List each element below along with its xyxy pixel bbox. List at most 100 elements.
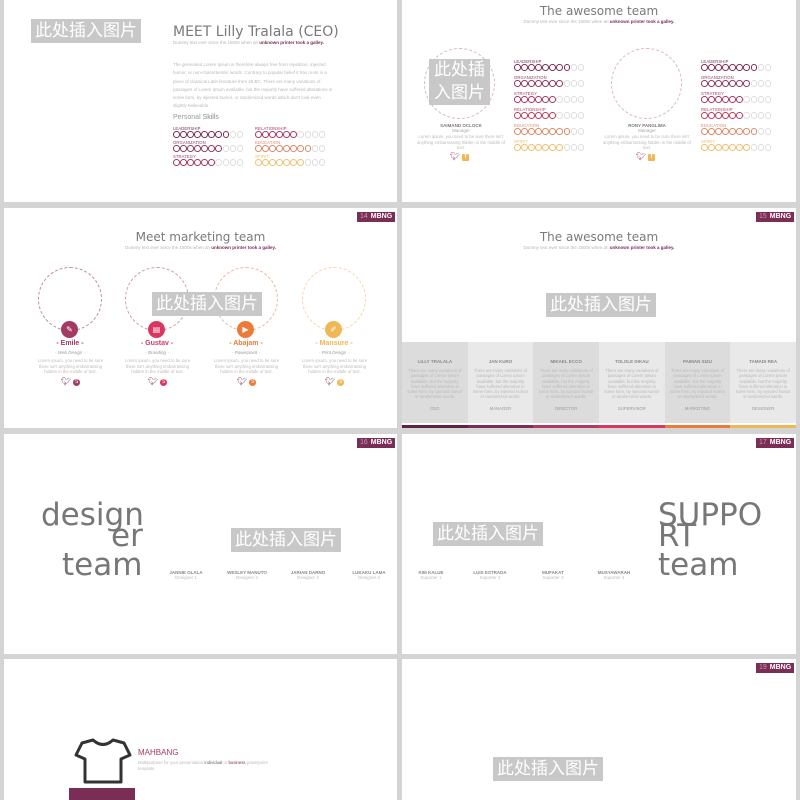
slide-awesome-team-columns[interactable]: 15 MBNG The awesome team Dummy text ever … [402,208,796,428]
slide-meet-ceo[interactable]: 此处插入图片 MEET Lilly Tralala (CEO) Dummy te… [4,0,397,202]
skill-row: RELATIONSHIP [701,107,776,119]
rating-dot-empty [236,145,244,152]
rating-dot-filled [262,131,269,138]
social-links: 🐦︎ f [636,153,656,161]
image-placeholder[interactable]: 此处插入图片 [152,292,262,316]
rating-dot-filled [528,80,535,87]
rating-dot-filled [304,145,312,152]
rating-dot-filled [535,64,542,71]
slide-awesome-team-skills[interactable]: The awesome team Dummy text ever since t… [402,0,796,202]
slide-subtitle: Dummy text ever since the 1500s when an … [125,245,276,250]
rating-dot-filled [528,128,535,135]
rating-dot-filled [750,64,758,71]
rating-dot-filled [535,128,542,135]
placeholder-line: 此处插 [434,60,485,80]
rating-dot-empty [229,131,237,138]
rating-dot-filled [276,159,283,166]
skill-row: RELATIONSHIP [514,107,589,119]
person-role: Manager [452,128,470,133]
twitter-icon[interactable]: 🐦︎ [61,378,71,386]
image-placeholder[interactable]: 此处插入图片 [231,528,341,552]
skill-row: STRATEGY [173,154,255,166]
image-placeholder[interactable]: 此处插入图片 [546,293,656,317]
page-number: 17 [759,439,767,446]
rating-dot-filled [201,131,208,138]
brand-title: MAHBANG [138,748,179,757]
slide-subtitle: Dummy text ever since the 1500s when an … [523,245,675,250]
image-placeholder[interactable]: 此处插入图片 [31,19,141,43]
skype-icon[interactable]: S [249,378,257,386]
id-card-icon: ▤ [148,321,165,338]
rating-dot-empty [229,145,237,152]
rating-dot-filled [535,144,542,151]
rating-dot-filled [722,144,729,151]
skill-rating [255,145,337,152]
slide-mahbang[interactable]: MAHBANG Multipurpose for your presentati… [4,659,397,800]
member-name: - Mansure - [315,340,353,347]
rating-dot-filled [736,64,744,71]
slide-support-team[interactable]: 17 MBNG SUPPO RT team 此处插入图片 KIM KALUE Sup… [402,434,796,654]
member-role: Designer 2 [236,575,258,580]
person-skills: LEADERSHIP ORGANIZATION STRATEGY RELATIONSH… [514,59,589,155]
placeholder-line: 入图片 [434,83,485,103]
rating-dot-filled [722,112,729,119]
brand-label: MBNG [370,439,393,446]
rating-dot-empty [750,80,758,87]
rating-dot-filled [528,96,535,103]
member-role: - Print Design - [318,350,349,355]
image-placeholder[interactable]: 此处插入图片 [433,522,543,546]
twitter-icon[interactable]: 🐦︎ [636,153,646,161]
rating-dot-filled [729,112,736,119]
rating-dot-empty [577,64,585,71]
rating-dot-filled [535,112,542,119]
member-name: - Emile - [56,340,84,347]
rating-dot-filled [276,131,283,138]
skills-grid: LEADERSHIP RELATIONSHIP ORGANIZATION EDUCAT… [173,126,333,168]
rating-dot-filled [521,112,528,119]
twitter-icon[interactable]: 🐦︎ [450,153,460,161]
brand-label: MBNG [370,213,393,220]
slide-designer-team[interactable]: 16 MBNG design er team 此处插入图片 JANNIE OLAL… [4,434,397,654]
skype-icon[interactable]: S [73,378,81,386]
facebook-icon[interactable]: f [648,153,656,161]
member-name: TAMADI REA [749,359,778,364]
image-placeholder[interactable]: 此处插入图片 [493,757,603,781]
rating-dot-filled [187,145,194,152]
facebook-icon[interactable]: f [462,153,470,161]
slide-image[interactable]: 19 MBNG 此处插入图片 [402,659,796,800]
slide-marketing-team[interactable]: 14 MBNG Meet marketing team Dummy text ev… [4,208,397,428]
twitter-icon[interactable]: 🐦︎ [325,378,335,386]
rating-dot-filled [722,128,729,135]
twitter-icon[interactable]: 🐦︎ [237,378,247,386]
skill-rating [173,159,255,166]
page-number: 19 [759,664,767,671]
brand-label: MBNG [769,439,792,446]
twitter-icon[interactable]: 🐦︎ [148,378,158,386]
rating-dot-filled [563,64,571,71]
rating-dot-filled [535,96,542,103]
rating-dot-empty [743,96,751,103]
rating-dot-empty [577,112,585,119]
rating-dot-filled [750,128,758,135]
rating-dot-empty [750,144,758,151]
skill-rating [514,96,589,103]
rating-dot-filled [514,64,521,71]
rating-dot-filled [549,128,557,135]
rating-dot-filled [262,159,269,166]
skill-rating [701,96,776,103]
skill-rating [173,131,255,138]
team-column: PAIMAN SIZU There are many variations of … [664,342,731,423]
rating-dot-filled [743,144,751,151]
image-placeholder[interactable]: 此处插 入图片 [429,59,490,105]
page-number: 16 [360,439,368,446]
rating-dot-empty [577,128,585,135]
color-stripe [533,425,599,428]
rating-dot-empty [570,112,578,119]
skill-rating [255,159,337,166]
rating-dot-filled [521,64,528,71]
rating-dot-filled [276,145,283,152]
skype-icon[interactable]: S [337,378,345,386]
member-role: MANAGER [489,405,512,411]
slide-title: The awesome team [539,4,659,18]
skype-icon[interactable]: S [160,378,168,386]
